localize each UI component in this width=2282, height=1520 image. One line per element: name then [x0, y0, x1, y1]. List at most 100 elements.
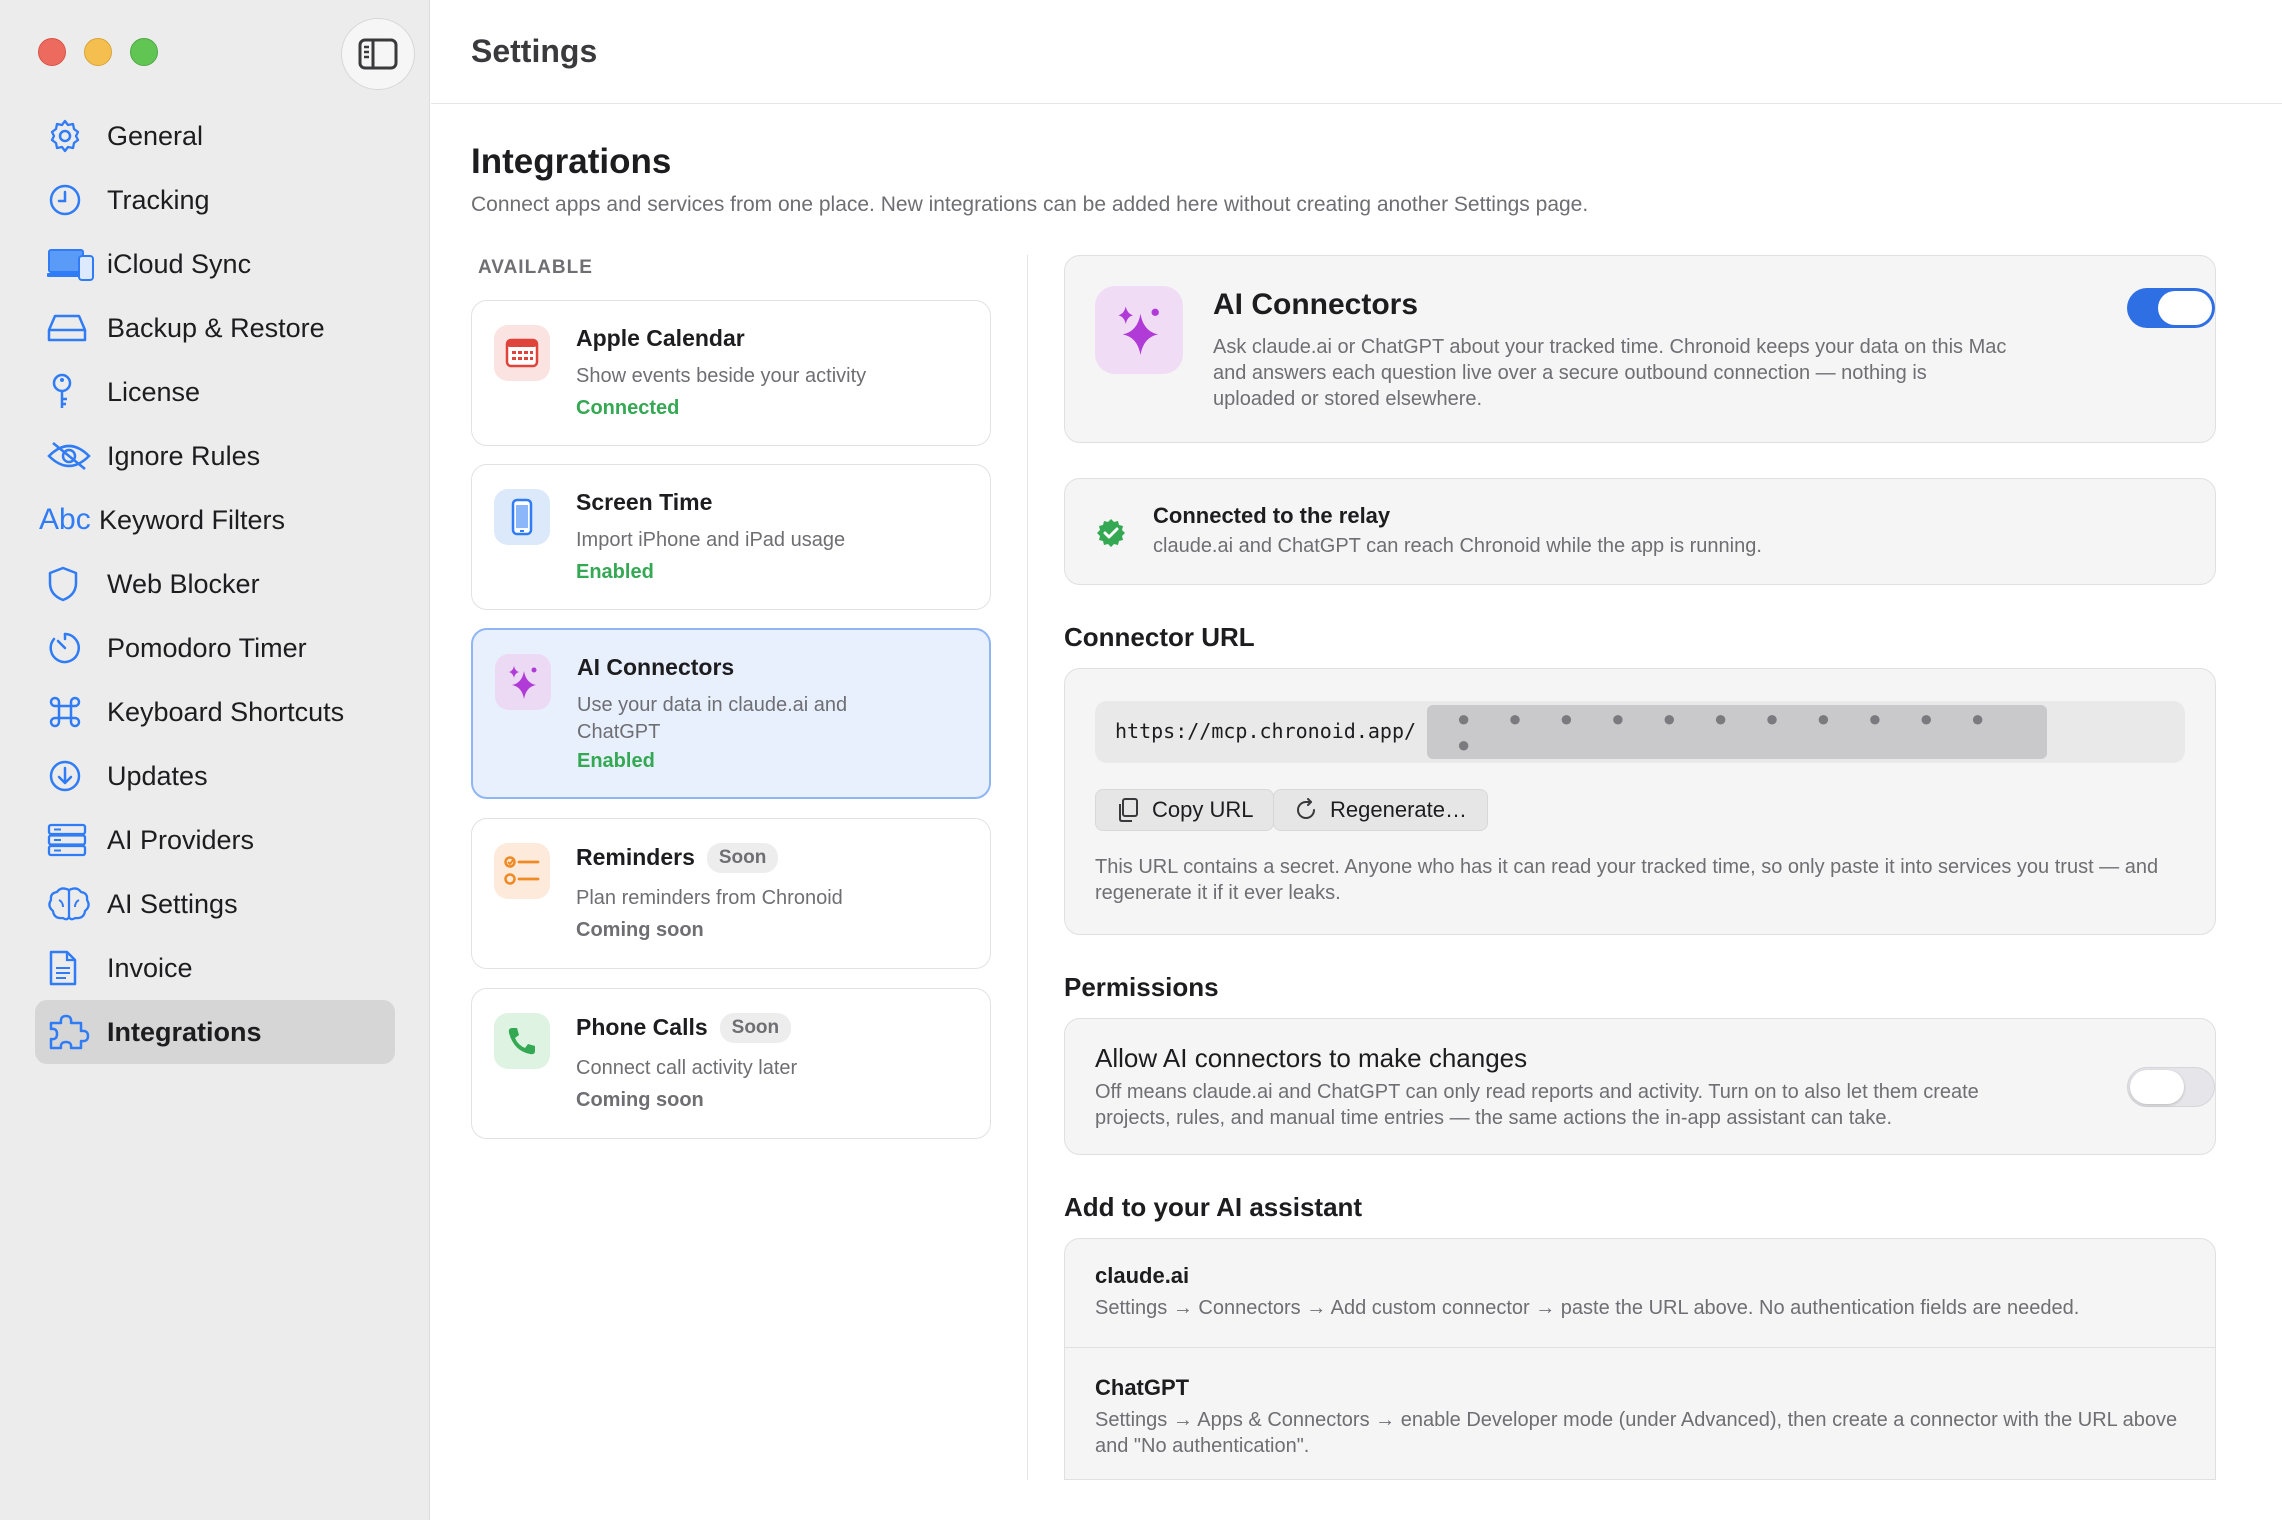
card-description: Import iPhone and iPad usage — [576, 529, 846, 551]
phone-device-icon — [494, 489, 550, 545]
check-badge-icon — [1095, 517, 1127, 554]
copy-url-label: Copy URL — [1152, 797, 1254, 822]
abc-icon: Abc — [39, 503, 91, 536]
sidebar-item-ai-settings[interactable]: AI Settings — [35, 872, 395, 936]
gear-icon — [47, 116, 97, 156]
integration-card-phone-calls[interactable]: Phone Calls Soon Connect call activity la… — [471, 988, 991, 1139]
card-status: Coming soon — [576, 919, 704, 941]
laptop-phone-icon — [47, 244, 97, 284]
toggle-knob — [2158, 291, 2212, 325]
puzzle-icon — [47, 1012, 97, 1052]
sidebar-item-updates[interactable]: Updates — [35, 744, 395, 808]
sidebar-item-license[interactable]: License — [35, 360, 395, 424]
url-secret-mask: ● ● ● ● ● ● ● ● ● ● ● ● — [1427, 705, 2047, 759]
divider — [1065, 1347, 2215, 1348]
available-label: AVAILABLE — [478, 257, 593, 278]
server-icon — [47, 820, 97, 860]
sidebar-item-icloud-sync[interactable]: iCloud Sync — [35, 232, 395, 296]
checklist-icon — [494, 843, 550, 899]
sidebar-item-web-blocker[interactable]: Web Blocker — [35, 552, 395, 616]
integration-card-apple-calendar[interactable]: Apple Calendar Show events beside your a… — [471, 300, 991, 446]
sidebar-item-label: Keyboard Shortcuts — [107, 696, 345, 727]
sidebar-item-backup-restore[interactable]: Backup & Restore — [35, 296, 395, 360]
main-content: Settings Integrations Connect apps and s… — [431, 0, 2282, 1520]
key-icon — [47, 372, 97, 412]
integration-card-screen-time[interactable]: Screen Time Import iPhone and iPad usage… — [471, 464, 991, 610]
card-status: Enabled — [576, 561, 654, 583]
url-security-note: This URL contains a secret. Anyone who h… — [1095, 856, 2159, 904]
sidebar-item-general[interactable]: General — [35, 104, 395, 168]
sidebar-item-ignore-rules[interactable]: Ignore Rules — [35, 424, 395, 488]
permission-title: Allow AI connectors to make changes — [1095, 1043, 1528, 1073]
card-description: Show events beside your activity — [576, 365, 867, 387]
eye-slash-icon — [47, 436, 97, 476]
column-divider — [1027, 255, 1028, 1480]
sidebar-item-label: Keyword Filters — [99, 504, 286, 535]
phone-icon — [494, 1013, 550, 1069]
sidebar-item-integrations[interactable]: Integrations — [35, 1000, 395, 1064]
relay-title: Connected to the relay — [1153, 503, 1391, 528]
sidebar-item-invoice[interactable]: Invoice — [35, 936, 395, 1000]
sidebar-item-label: Tracking — [107, 184, 210, 215]
close-window-button[interactable] — [38, 38, 66, 66]
assistant-instructions: Settings → Connectors → Add custom conne… — [1095, 1297, 2080, 1319]
integration-card-reminders[interactable]: Reminders Soon Plan reminders from Chrono… — [471, 818, 991, 969]
relay-status-panel: Connected to the relay claude.ai and Cha… — [1064, 478, 2216, 585]
brain-icon — [47, 884, 97, 924]
soon-badge: Soon — [719, 1013, 792, 1043]
mask-dots: ● ● ● ● ● ● ● ● ● ● ● ● — [1457, 706, 2001, 757]
assistants-heading: Add to your AI assistant — [1064, 1192, 1363, 1222]
card-name-text: Phone Calls — [576, 1014, 708, 1040]
sidebar-item-label: Pomodoro Timer — [107, 632, 307, 663]
command-icon — [47, 692, 97, 732]
sidebar-item-pomodoro-timer[interactable]: Pomodoro Timer — [35, 616, 395, 680]
card-name: Phone Calls Soon — [576, 1013, 792, 1043]
copy-icon — [1119, 798, 1138, 822]
card-description: Plan reminders from Chronoid — [576, 887, 843, 909]
connector-description: Ask claude.ai or ChatGPT about your trac… — [1213, 336, 2007, 410]
card-name: Apple Calendar — [576, 325, 745, 351]
shield-icon — [47, 564, 97, 604]
copy-url-button[interactable]: Copy URL — [1095, 789, 1275, 831]
window-title: Settings — [471, 33, 598, 69]
card-description: Use your data in claude.ai and ChatGPT — [577, 694, 848, 743]
allow-changes-toggle[interactable] — [2127, 1067, 2215, 1107]
card-status: Coming soon — [576, 1089, 704, 1111]
zoom-window-button[interactable] — [130, 38, 158, 66]
refresh-icon — [1297, 798, 1315, 819]
sidebar-item-keyboard-shortcuts[interactable]: Keyboard Shortcuts — [35, 680, 395, 744]
relay-description: claude.ai and ChatGPT can reach Chronoid… — [1153, 535, 1762, 557]
sidebar-toggle-button[interactable] — [341, 18, 415, 90]
calendar-icon — [494, 325, 550, 381]
assistant-name: claude.ai — [1095, 1263, 1190, 1288]
clock-icon — [47, 180, 97, 220]
sidebar-item-label: AI Providers — [107, 824, 255, 855]
card-description: Connect call activity later — [576, 1057, 798, 1079]
sidebar-item-label: AI Settings — [107, 888, 238, 919]
sidebar-nav: General Tracking iCloud Sync Backup & Re… — [35, 104, 395, 1064]
document-icon — [47, 948, 97, 988]
sidebar-item-ai-providers[interactable]: AI Providers — [35, 808, 395, 872]
drive-icon — [47, 308, 97, 348]
regenerate-label: Regenerate… — [1330, 797, 1467, 822]
regenerate-button[interactable]: Regenerate… — [1273, 789, 1488, 831]
connector-url-field[interactable]: https://mcp.chronoid.app/ ● ● ● ● ● ● ● … — [1095, 701, 2185, 763]
sidebar-item-label: General — [107, 120, 204, 151]
toggle-knob — [2130, 1070, 2184, 1104]
minimize-window-button[interactable] — [84, 38, 112, 66]
sidebar-item-label: Updates — [107, 760, 208, 791]
download-icon — [47, 756, 97, 796]
sidebar-item-label: Integrations — [107, 1016, 262, 1047]
integration-card-ai-connectors[interactable]: AI Connectors Use your data in claude.ai… — [471, 628, 991, 799]
page-title: Integrations — [471, 142, 672, 181]
card-name: Reminders Soon — [576, 843, 779, 873]
ai-connectors-toggle[interactable] — [2127, 288, 2215, 328]
sidebar-item-tracking[interactable]: Tracking — [35, 168, 395, 232]
sidebar-item-label: License — [107, 376, 201, 407]
connector-header-panel: AI Connectors Ask claude.ai or ChatGPT a… — [1064, 255, 2216, 443]
sidebar-toggle-icon — [358, 38, 398, 70]
connector-title: AI Connectors — [1213, 288, 1419, 321]
card-name: AI Connectors — [577, 654, 735, 680]
sidebar-item-keyword-filters[interactable]: Abc Keyword Filters — [35, 488, 395, 552]
connector-url-panel: https://mcp.chronoid.app/ ● ● ● ● ● ● ● … — [1064, 668, 2216, 935]
